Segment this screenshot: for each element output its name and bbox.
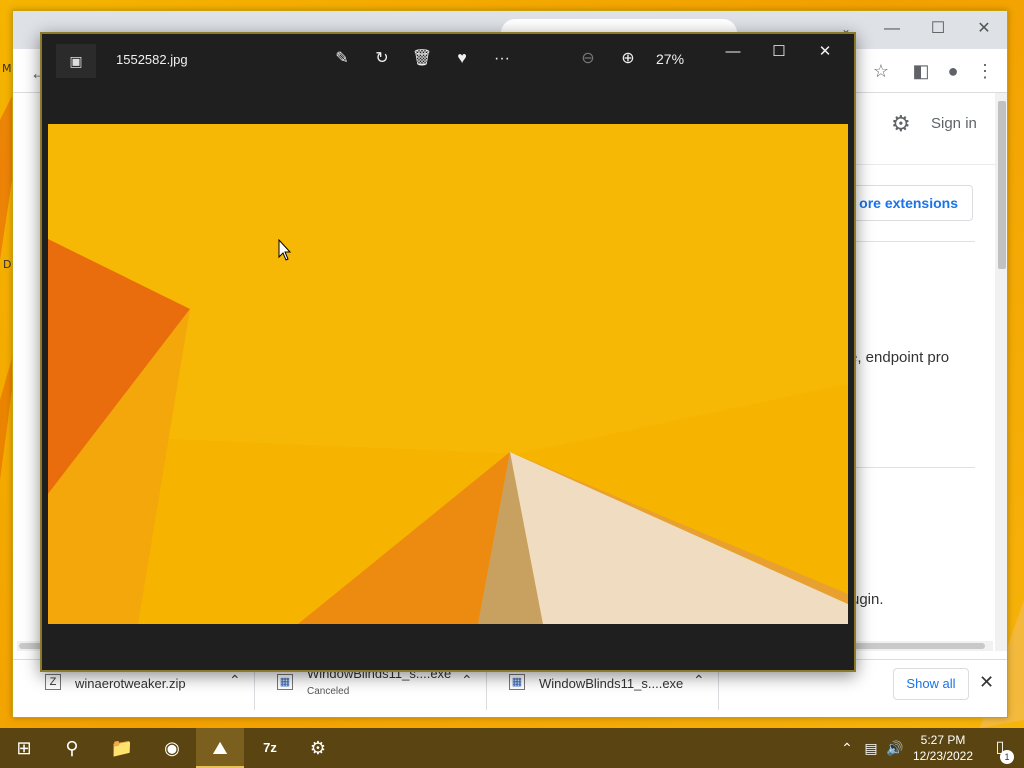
browser-close-button[interactable]: ✕ xyxy=(969,17,999,41)
chrome-icon[interactable]: ◉ xyxy=(148,728,196,768)
photos-icon[interactable]: ⛰ xyxy=(196,728,244,768)
zip-file-icon: Z xyxy=(45,674,61,690)
taskbar: ⊞ ⚲ 📁 ◉ ⛰ 7z ⚙ ⌃ ▤ 🔊 5:27 PM 12/23/2022 … xyxy=(0,728,1024,768)
taskbar-clock[interactable]: 5:27 PM 12/23/2022 xyxy=(908,732,978,764)
photo-image xyxy=(48,124,848,624)
chevron-up-icon[interactable]: ⌃ xyxy=(836,728,858,768)
browser-minimize-button[interactable]: — xyxy=(877,17,907,41)
divider xyxy=(853,467,975,468)
zoom-in-icon[interactable]: ⊕ xyxy=(614,46,642,72)
download-filename: winaerotweaker.zip xyxy=(75,676,186,691)
photo-filename: 1552582.jpg xyxy=(116,52,188,67)
chevron-up-icon[interactable]: ⌃ xyxy=(229,672,241,689)
mouse-cursor-icon xyxy=(278,239,292,261)
desktop-label-d: D xyxy=(3,258,12,271)
notification-icon[interactable]: ▯ xyxy=(982,728,1018,768)
photos-window[interactable]: ▣ 1552582.jpg ✎ ↻ 🗑 ♥ ··· ⊖ ⊕ 27% — ☐ ✕ xyxy=(40,32,856,672)
network-icon[interactable]: ▤ xyxy=(860,728,882,768)
trash-icon[interactable]: 🗑 xyxy=(408,46,436,72)
photos-close-button[interactable]: ✕ xyxy=(810,40,840,64)
menu-kebab-icon[interactable]: ⋮ xyxy=(973,59,997,83)
desktop-label-m: M xyxy=(2,62,12,75)
profile-icon[interactable]: ● xyxy=(941,59,965,83)
exe-file-icon: ▦ xyxy=(509,674,525,690)
bookmark-star-icon[interactable]: ☆ xyxy=(869,59,893,83)
rotate-icon[interactable]: ↻ xyxy=(368,46,396,72)
sign-in-link[interactable]: Sign in xyxy=(931,115,977,132)
show-all-downloads-button[interactable]: Show all xyxy=(893,668,969,700)
more-icon[interactable]: ··· xyxy=(488,46,516,72)
edit-image-icon[interactable]: ✎ xyxy=(328,46,356,72)
zoom-level[interactable]: 27% xyxy=(656,51,684,67)
photos-minimize-button[interactable]: — xyxy=(718,40,748,64)
download-status: Canceled xyxy=(307,686,350,697)
divider xyxy=(853,241,975,242)
heart-icon[interactable]: ♥ xyxy=(448,46,476,72)
exe-file-icon: ▦ xyxy=(277,674,293,690)
file-explorer-icon[interactable]: 📁 xyxy=(98,728,146,768)
start-icon[interactable]: ⊞ xyxy=(0,728,48,768)
clock-date: 12/23/2022 xyxy=(912,749,974,763)
clock-time: 5:27 PM xyxy=(920,733,966,747)
photos-toolbar: ▣ 1552582.jpg ✎ ↻ 🗑 ♥ ··· ⊖ ⊕ 27% — ☐ ✕ xyxy=(42,34,854,124)
photos-maximize-button[interactable]: ☐ xyxy=(764,40,794,64)
side-panel-icon[interactable]: ◧ xyxy=(909,59,933,83)
chevron-up-icon[interactable]: ⌃ xyxy=(693,672,705,689)
close-icon[interactable]: ✕ xyxy=(979,672,994,693)
store-header xyxy=(853,99,1007,165)
vertical-scroll-thumb[interactable] xyxy=(998,101,1006,269)
installer-icon[interactable]: ⚙ xyxy=(294,728,342,768)
download-filename: WindowBlinds11_s....exe xyxy=(539,676,684,691)
browser-maximize-button[interactable]: ☐ xyxy=(923,17,953,41)
volume-icon[interactable]: 🔊 xyxy=(884,728,906,768)
extension-description-text: e, endpoint pro xyxy=(849,349,950,366)
7zip-icon[interactable]: 7z xyxy=(246,728,294,768)
chevron-up-icon[interactable]: ⌃ xyxy=(461,672,473,689)
photos-app-icon[interactable]: ▣ xyxy=(56,44,96,78)
zoom-out-icon[interactable]: ⊖ xyxy=(574,46,602,72)
notification-count-badge: 1 xyxy=(1000,750,1014,764)
search-icon[interactable]: ⚲ xyxy=(48,728,96,768)
gear-icon[interactable]: ⚙ xyxy=(891,111,911,137)
